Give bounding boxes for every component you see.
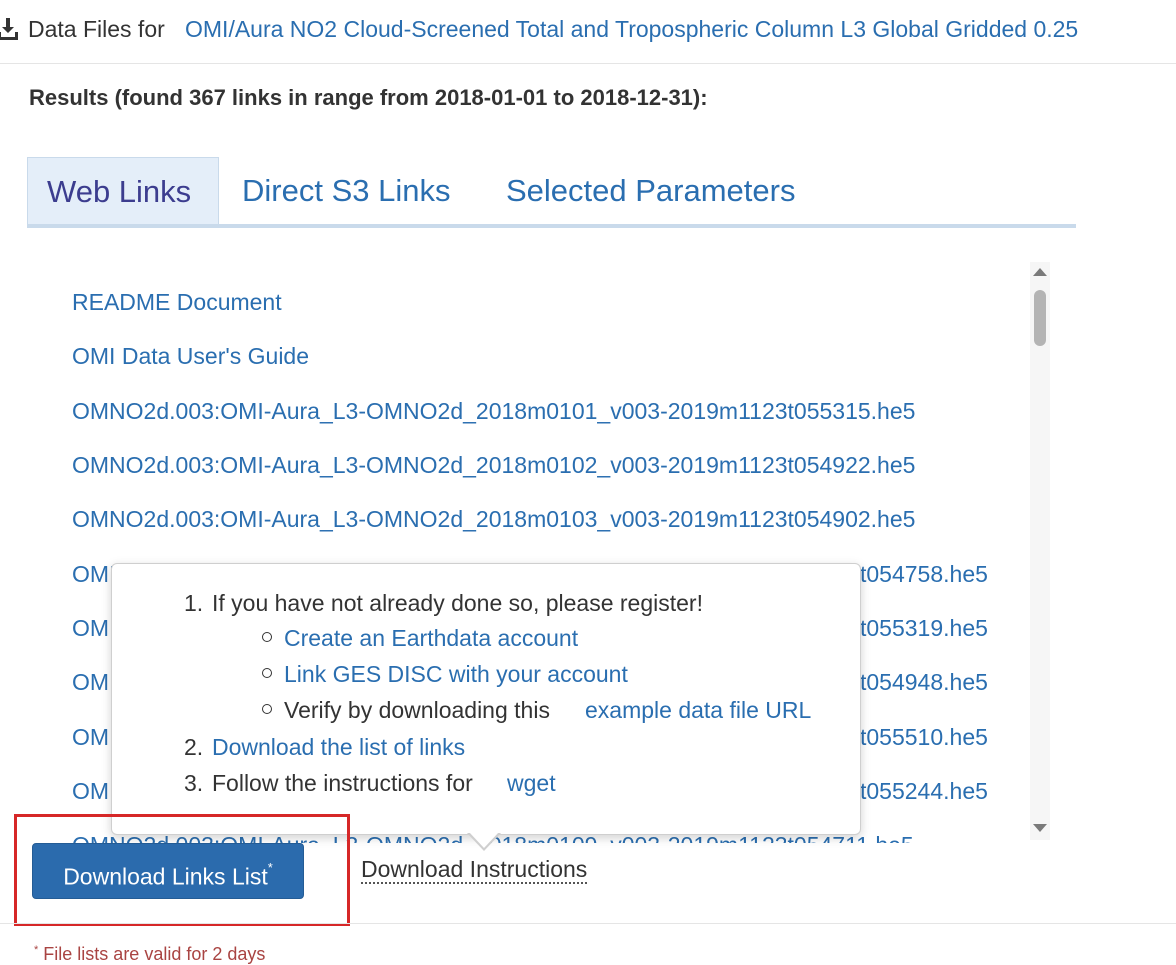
scroll-up-arrow-icon[interactable] xyxy=(1033,268,1047,276)
step-number: 3. xyxy=(184,770,204,796)
scroll-down-arrow-icon[interactable] xyxy=(1033,824,1047,832)
link-data-file-partial[interactable]: OMI xyxy=(72,724,115,751)
link-data-file-partial[interactable]: OMI xyxy=(72,669,115,696)
link-data-file-partial[interactable]: OMI xyxy=(72,778,115,805)
follow-instructions-text: Follow the instructions for xyxy=(212,770,473,796)
link-data-file[interactable]: OMNO2d.003:OMI-Aura_L3-OMNO2d_2018m0102_… xyxy=(72,452,915,479)
footnote-mark: * xyxy=(34,944,39,956)
download-instructions-toggle[interactable]: Download Instructions xyxy=(361,856,588,884)
example-data-file-url-link[interactable]: example data file URL xyxy=(585,697,811,724)
link-data-file-partial[interactable]: t055244.he5 xyxy=(860,778,988,805)
divider xyxy=(0,923,1176,924)
asterisk-mark: * xyxy=(267,860,273,875)
link-data-file-partial[interactable]: t055319.he5 xyxy=(860,615,988,642)
create-earthdata-account-link[interactable]: Create an Earthdata account xyxy=(284,625,578,652)
link-data-file-partial[interactable]: OMI xyxy=(72,561,115,588)
scrollbar-thumb[interactable] xyxy=(1034,290,1046,346)
links-scrollbar[interactable] xyxy=(1030,262,1050,840)
step-number: 2. xyxy=(184,734,204,760)
bullet-icon xyxy=(262,704,272,714)
link-user-guide[interactable]: OMI Data User's Guide xyxy=(72,343,309,370)
link-data-file[interactable]: OMNO2d.003:OMI-Aura_L3-OMNO2d_2018m0103_… xyxy=(72,506,915,533)
link-readme[interactable]: README Document xyxy=(72,289,282,316)
tab-selected-parameters[interactable]: Selected Parameters xyxy=(487,157,814,224)
download-links-list-button[interactable]: Download Links List* xyxy=(32,843,304,899)
page-header: Data Files for OMI/Aura NO2 Cloud-Screen… xyxy=(0,0,1176,64)
link-data-file[interactable]: OMNO2d.003:OMI-Aura_L3-OMNO2d_2018m0101_… xyxy=(72,398,915,425)
bullet-icon xyxy=(262,668,272,678)
link-data-file-partial[interactable]: t054758.he5 xyxy=(860,561,988,588)
results-summary: Results (found 367 links in range from 2… xyxy=(29,85,708,110)
header-prefix: Data Files for xyxy=(28,16,165,42)
link-data-file-partial[interactable]: t054948.he5 xyxy=(860,669,988,696)
results-tabs: Web Links Direct S3 Links Selected Param… xyxy=(27,157,1076,228)
link-data-file-partial[interactable]: OMI xyxy=(72,615,115,642)
wget-link[interactable]: wget xyxy=(507,770,556,797)
tab-direct-s3-links[interactable]: Direct S3 Links xyxy=(223,157,469,224)
link-data-file-partial[interactable]: t055510.he5 xyxy=(860,724,988,751)
download-list-of-links-link[interactable]: Download the list of links xyxy=(212,734,465,761)
tab-web-links[interactable]: Web Links xyxy=(27,157,219,224)
download-icon xyxy=(0,18,18,40)
step-number: 1. xyxy=(184,590,204,616)
verify-download-text: Verify by downloading this xyxy=(284,697,550,723)
dataset-title-link[interactable]: OMI/Aura NO2 Cloud-Screened Total and Tr… xyxy=(185,16,1078,43)
download-instructions-popover: 1. If you have not already done so, plea… xyxy=(111,563,861,835)
bullet-icon xyxy=(262,632,272,642)
footnote: * File lists are valid for 2 days xyxy=(34,944,265,965)
download-links-list-label: Download Links List xyxy=(63,863,268,890)
step-register-text: If you have not already done so, please … xyxy=(212,590,703,616)
popover-arrow-inner xyxy=(469,832,499,848)
link-ges-disc-account-link[interactable]: Link GES DISC with your account xyxy=(284,661,628,688)
footnote-text: File lists are valid for 2 days xyxy=(43,944,266,964)
